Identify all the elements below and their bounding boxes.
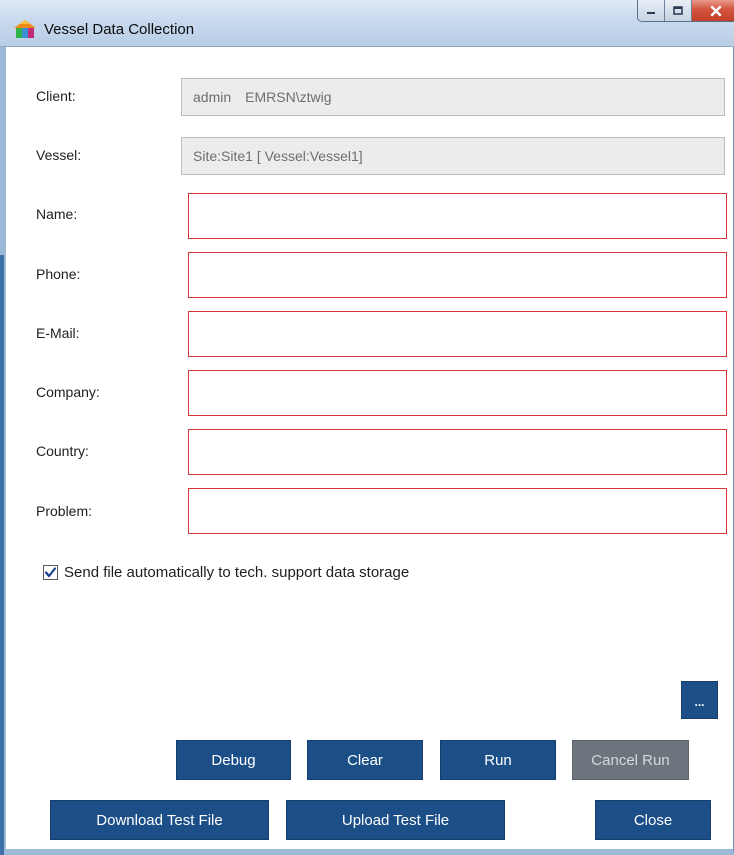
close-button[interactable]: Close: [595, 800, 711, 840]
client-user: admin: [193, 89, 232, 105]
close-window-button[interactable]: [692, 0, 734, 21]
cancel-run-button[interactable]: Cancel Run: [572, 740, 689, 780]
country-input[interactable]: [188, 429, 727, 475]
caption-buttons: [637, 0, 734, 22]
company-label: Company:: [36, 384, 100, 400]
minimize-button[interactable]: [638, 0, 665, 21]
vessel-value: Site:Site1 [ Vessel:Vessel1]: [193, 148, 363, 164]
browse-button[interactable]: ...: [681, 681, 718, 719]
clear-button[interactable]: Clear: [307, 740, 423, 780]
close-icon: [710, 5, 721, 16]
checkmark-icon: [44, 567, 57, 578]
problem-label: Problem:: [36, 503, 93, 519]
problem-input[interactable]: [188, 488, 727, 534]
client-field: admin EMRSN\ztwig: [181, 78, 725, 116]
name-label: Name:: [36, 206, 78, 222]
vessel-data-collection-window: Vessel Data Collection Client: admin EMR…: [0, 0, 734, 855]
upload-test-file-button[interactable]: Upload Test File: [286, 800, 505, 840]
run-button[interactable]: Run: [440, 740, 556, 780]
client-label: Client:: [36, 88, 76, 104]
phone-label: Phone:: [36, 266, 81, 282]
window-title: Vessel Data Collection: [44, 21, 195, 38]
window-left-accent: [0, 255, 4, 855]
minimize-icon: [647, 11, 655, 14]
maximize-icon: [673, 5, 683, 15]
client-account: EMRSN\ztwig: [245, 89, 332, 105]
send-automatically-option[interactable]: Send file automatically to tech. support…: [43, 564, 409, 581]
debug-button[interactable]: Debug: [176, 740, 291, 780]
download-test-file-button[interactable]: Download Test File: [50, 800, 269, 840]
send-automatically-checkbox[interactable]: [43, 565, 58, 580]
email-input[interactable]: [188, 311, 727, 357]
phone-input[interactable]: [188, 252, 727, 298]
vessel-field: Site:Site1 [ Vessel:Vessel1]: [181, 137, 725, 175]
name-input[interactable]: [188, 193, 727, 239]
title-bar[interactable]: Vessel Data Collection: [0, 0, 734, 47]
country-label: Country:: [36, 443, 89, 459]
app-house-icon: [14, 20, 36, 38]
email-label: E-Mail:: [36, 325, 80, 341]
company-input[interactable]: [188, 370, 727, 416]
send-automatically-label: Send file automatically to tech. support…: [64, 564, 410, 581]
maximize-button[interactable]: [665, 0, 692, 21]
vessel-label: Vessel:: [36, 147, 82, 163]
